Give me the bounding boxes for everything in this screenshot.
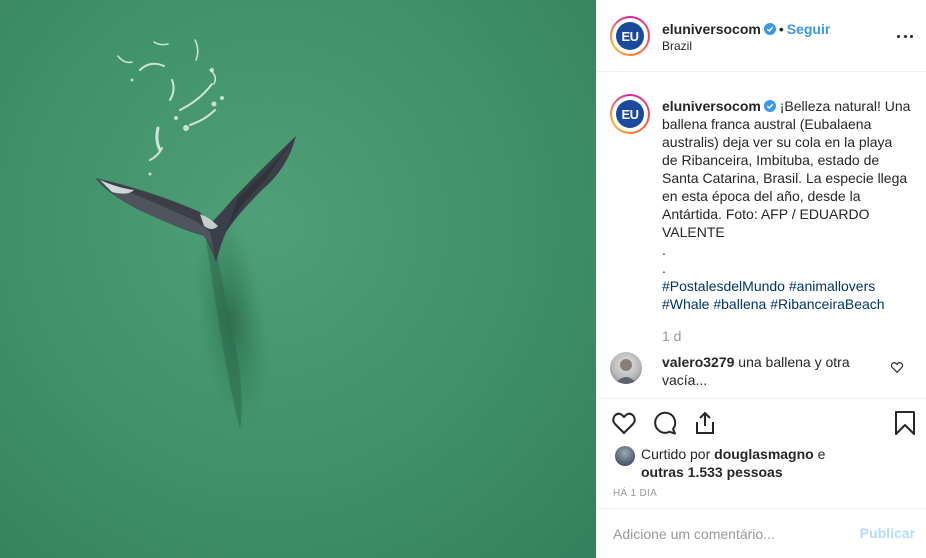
likes-conj: e <box>817 446 826 462</box>
comment-item: valero3279 una ballena y otra vacía... <box>662 353 884 389</box>
author-avatar[interactable]: EU <box>610 16 650 56</box>
likes-others-link[interactable]: outras 1.533 pessoas <box>641 464 783 480</box>
header-user-line: eluniversocom • Seguir <box>662 21 830 37</box>
likes-summary: Curtido por douglasmagno e outras 1.533 … <box>641 445 913 481</box>
post-photo[interactable] <box>0 0 596 558</box>
caption-text-line: ballena franca austral (Eubalaena <box>662 116 872 132</box>
post-header: EU eluniversocom • Seguir Brazil <box>597 0 926 72</box>
post-timestamp[interactable]: HÁ 1 DIA <box>613 488 657 499</box>
comments-area[interactable]: EU eluniversocom ¡Belleza natural! Una b… <box>597 73 926 398</box>
caption-text-line: de Ribanceira, Imbituba, estado de <box>662 152 880 168</box>
likes-prefix: Curtido por <box>641 446 711 462</box>
heart-icon[interactable] <box>611 410 637 436</box>
liker-avatar[interactable] <box>615 446 635 466</box>
commenter-avatar[interactable] <box>610 352 642 384</box>
separator-dot: • <box>778 21 784 37</box>
caption-author-avatar[interactable]: EU <box>610 94 650 134</box>
caption-time-ago[interactable]: 1 d <box>662 328 681 344</box>
share-icon[interactable] <box>692 410 718 436</box>
caption-username[interactable]: eluniversocom <box>662 98 761 114</box>
post-caption: eluniversocom ¡Belleza natural! Una ball… <box>662 97 916 313</box>
post-actions: Curtido por douglasmagno e outras 1.533 … <box>597 398 926 508</box>
hashtag-link[interactable]: #RibanceiraBeach <box>770 296 884 312</box>
post-detail-panel: EU eluniversocom • Seguir Brazil EU eluniv… <box>596 0 926 558</box>
caption-text-line: ¡Belleza natural! Una <box>779 98 911 114</box>
more-options-icon[interactable] <box>895 26 915 46</box>
hashtag-link[interactable]: #animallovers <box>789 278 875 294</box>
avatar-logo: EU <box>616 100 644 128</box>
liker-username[interactable]: douglasmagno <box>714 446 814 462</box>
publish-button[interactable]: Publicar <box>860 525 915 541</box>
caption-text-line: en esta época del año, desde la <box>662 188 861 204</box>
caption-text-line: . <box>662 242 666 258</box>
hashtag-link[interactable]: #ballena <box>713 296 766 312</box>
caption-text-line: VALENTE <box>662 224 725 240</box>
verified-icon <box>763 23 776 35</box>
verified-icon <box>763 100 776 112</box>
caption-text-line: australis) deja ver su cola en la playa <box>662 134 893 150</box>
follow-button[interactable]: Seguir <box>787 21 831 37</box>
comment-like-icon[interactable] <box>890 360 904 374</box>
caption-text-line: . <box>662 260 666 276</box>
author-username[interactable]: eluniversocom <box>662 21 761 37</box>
comment-input[interactable] <box>613 524 843 544</box>
bookmark-icon[interactable] <box>892 410 918 436</box>
comment-icon[interactable] <box>652 410 678 436</box>
whale-tail-illustration <box>95 39 296 430</box>
avatar-logo: EU <box>616 22 644 50</box>
commenter-username[interactable]: valero3279 <box>662 354 734 370</box>
hashtag-link[interactable]: #Whale <box>662 296 709 312</box>
hashtag-link[interactable]: #PostalesdelMundo <box>662 278 785 294</box>
caption-text-line: Antártida. Foto: AFP / EDUARDO <box>662 206 870 222</box>
add-comment-bar: Publicar <box>597 508 926 558</box>
caption-text-line: Santa Catarina, Brasil. La especie llega <box>662 170 908 186</box>
post-location[interactable]: Brazil <box>662 39 692 53</box>
